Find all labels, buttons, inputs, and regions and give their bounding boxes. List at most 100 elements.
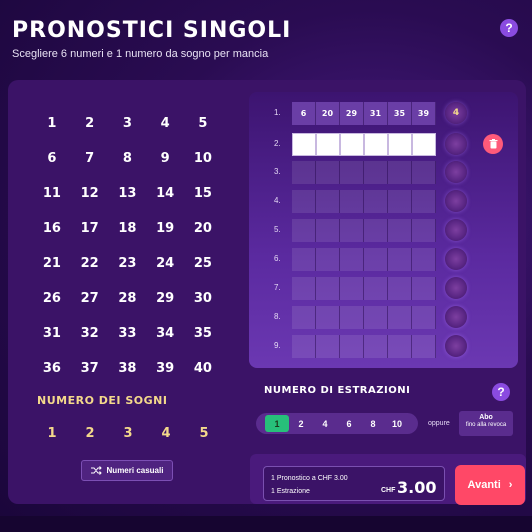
number-cell[interactable]: 11 [33, 176, 71, 211]
dream-ball[interactable] [445, 248, 467, 270]
ticket-number-cell[interactable] [316, 133, 340, 156]
draws-help-icon[interactable]: ? [492, 383, 510, 401]
help-icon[interactable]: ? [500, 19, 518, 37]
ticket-number-cell[interactable]: 39 [412, 102, 436, 125]
ticket-number-cell[interactable] [388, 306, 412, 329]
ticket-number-cell[interactable] [292, 335, 316, 358]
number-cell[interactable]: 14 [146, 176, 184, 211]
number-cell[interactable]: 6 [33, 141, 71, 176]
number-cell[interactable]: 5 [184, 106, 222, 141]
ticket-number-cell[interactable] [316, 277, 340, 300]
draws-option[interactable]: 6 [337, 415, 361, 432]
ticket-number-cell[interactable] [388, 190, 412, 213]
number-cell[interactable]: 40 [184, 351, 222, 386]
dream-ball[interactable]: 4 [445, 102, 467, 124]
ticket-number-cell[interactable] [340, 248, 364, 271]
ticket-number-cell[interactable] [412, 248, 436, 271]
ticket-number-cell[interactable] [340, 306, 364, 329]
number-cell[interactable]: 7 [71, 141, 109, 176]
dream-ball[interactable] [445, 335, 467, 357]
ticket-number-cell[interactable] [340, 190, 364, 213]
dream-number-cell[interactable]: 5 [185, 422, 223, 444]
ticket-row[interactable]: 2. [249, 131, 518, 159]
ticket-number-cell[interactable] [412, 335, 436, 358]
number-cell[interactable]: 37 [71, 351, 109, 386]
ticket-number-cell[interactable] [364, 335, 388, 358]
ticket-number-cell[interactable] [316, 161, 340, 184]
number-cell[interactable]: 20 [184, 211, 222, 246]
ticket-number-cell[interactable] [292, 161, 316, 184]
number-cell[interactable]: 23 [109, 246, 147, 281]
draws-option[interactable]: 10 [385, 415, 409, 432]
ticket-number-cell[interactable] [364, 277, 388, 300]
number-cell[interactable]: 19 [146, 211, 184, 246]
ticket-number-cell[interactable] [316, 190, 340, 213]
ticket-number-cell[interactable] [340, 133, 364, 156]
number-cell[interactable]: 26 [33, 281, 71, 316]
ticket-number-cell[interactable] [316, 219, 340, 242]
number-cell[interactable]: 27 [71, 281, 109, 316]
number-cell[interactable]: 3 [109, 106, 147, 141]
ticket-number-cell[interactable] [364, 248, 388, 271]
number-cell[interactable]: 39 [146, 351, 184, 386]
ticket-number-cell[interactable] [388, 277, 412, 300]
ticket-row[interactable]: 7. [249, 275, 518, 303]
dream-ball[interactable] [445, 306, 467, 328]
number-cell[interactable]: 29 [146, 281, 184, 316]
ticket-number-cell[interactable] [412, 306, 436, 329]
number-cell[interactable]: 35 [184, 316, 222, 351]
ticket-row[interactable]: 1. 6 20 29 31 35 39 4 [249, 100, 518, 128]
number-cell[interactable]: 21 [33, 246, 71, 281]
ticket-number-cell[interactable] [412, 161, 436, 184]
ticket-number-cell[interactable] [340, 219, 364, 242]
number-cell[interactable]: 22 [71, 246, 109, 281]
ticket-number-cell[interactable] [388, 335, 412, 358]
number-cell[interactable]: 28 [109, 281, 147, 316]
number-cell[interactable]: 36 [33, 351, 71, 386]
ticket-number-cell[interactable] [364, 219, 388, 242]
ticket-number-cell[interactable] [388, 248, 412, 271]
number-cell[interactable]: 31 [33, 316, 71, 351]
ticket-number-cell[interactable]: 20 [316, 102, 340, 125]
ticket-number-cell[interactable]: 6 [292, 102, 316, 125]
number-cell[interactable]: 9 [146, 141, 184, 176]
ticket-number-cell[interactable]: 29 [340, 102, 364, 125]
number-cell[interactable]: 30 [184, 281, 222, 316]
number-cell[interactable]: 18 [109, 211, 147, 246]
dream-number-cell[interactable]: 2 [71, 422, 109, 444]
number-cell[interactable]: 24 [146, 246, 184, 281]
number-cell[interactable]: 1 [33, 106, 71, 141]
dream-ball[interactable] [445, 219, 467, 241]
draws-option[interactable]: 8 [361, 415, 385, 432]
number-cell[interactable]: 33 [109, 316, 147, 351]
ticket-row[interactable]: 9. [249, 333, 518, 361]
dream-number-cell[interactable]: 4 [147, 422, 185, 444]
ticket-number-cell[interactable] [388, 133, 412, 156]
ticket-number-cell[interactable] [388, 219, 412, 242]
dream-ball[interactable] [445, 190, 467, 212]
ticket-number-cell[interactable]: 31 [364, 102, 388, 125]
ticket-number-cell[interactable]: 35 [388, 102, 412, 125]
draws-option[interactable]: 1 [265, 415, 289, 432]
dream-ball[interactable] [445, 133, 467, 155]
number-cell[interactable]: 13 [109, 176, 147, 211]
ticket-number-cell[interactable] [316, 335, 340, 358]
ticket-number-cell[interactable] [340, 161, 364, 184]
ticket-number-cell[interactable] [292, 277, 316, 300]
ticket-number-cell[interactable] [364, 161, 388, 184]
subscription-button[interactable]: Abo fino alla revoca [459, 411, 513, 436]
number-cell[interactable]: 17 [71, 211, 109, 246]
ticket-row[interactable]: 8. [249, 304, 518, 332]
ticket-number-cell[interactable] [364, 306, 388, 329]
ticket-number-cell[interactable] [412, 277, 436, 300]
dream-ball[interactable] [445, 161, 467, 183]
ticket-number-cell[interactable] [412, 219, 436, 242]
ticket-number-cell[interactable] [292, 306, 316, 329]
ticket-number-cell[interactable] [364, 133, 388, 156]
number-cell[interactable]: 12 [71, 176, 109, 211]
ticket-number-cell[interactable] [292, 219, 316, 242]
ticket-row[interactable]: 5. [249, 217, 518, 245]
number-cell[interactable]: 25 [184, 246, 222, 281]
ticket-number-cell[interactable] [340, 277, 364, 300]
ticket-row[interactable]: 3. [249, 159, 518, 187]
